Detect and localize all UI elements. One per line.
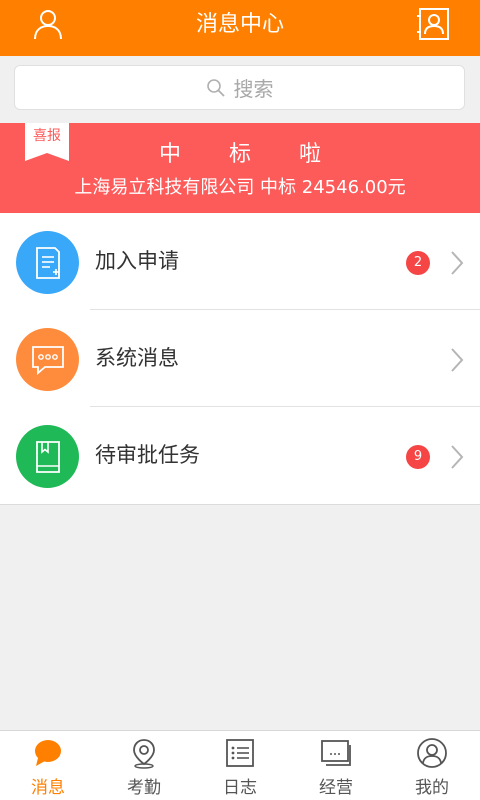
list-item-pending-approval[interactable]: 待审批任务 9 [0,407,480,504]
banner-detail: 上海易立科技有限公司 中标 24546.00元 [74,177,406,198]
unread-badge: 2 [406,251,430,275]
banner-headline: 中标啦 [158,142,369,167]
search-icon [206,78,225,97]
tab-business[interactable]: 经营 [288,731,384,800]
list-item-join-request[interactable]: 加入申请 2 [0,213,480,310]
message-icon [35,740,61,766]
tab-label: 考勤 [127,778,161,798]
chat-bubble-icon [31,345,64,375]
book-icon [35,440,60,473]
contacts-button[interactable] [416,6,452,42]
tab-label: 日志 [223,778,257,798]
list-icon [226,739,254,767]
tab-profile[interactable]: 我的 [384,731,480,800]
location-pin-icon [133,739,155,769]
document-icon [35,246,60,279]
list-item-system-message[interactable]: 系统消息 [0,310,480,407]
tab-label: 消息 [31,778,65,798]
search-placeholder: 搜索 [233,77,274,101]
announcement-banner[interactable]: 喜报 中标啦 上海易立科技有限公司 中标 24546.00元 [0,123,480,213]
search-area: 搜索 [0,57,480,123]
header-bar: 消息中心 [0,0,480,56]
pending-approval-icon-circle [16,425,79,488]
chevron-right-icon [451,251,464,275]
message-list: 加入申请 2 系统消息 待审批任务 9 [0,213,480,505]
chevron-right-icon [451,348,464,372]
profile-icon [417,738,447,768]
system-message-icon-circle [16,328,79,391]
chevron-right-icon [451,445,464,469]
list-item-label: 系统消息 [95,346,179,370]
tab-log[interactable]: 日志 [192,731,288,800]
unread-badge: 9 [406,445,430,469]
list-item-label: 加入申请 [95,249,179,273]
join-request-icon-circle [16,231,79,294]
cards-icon [321,740,351,766]
list-item-label: 待审批任务 [95,443,200,467]
tab-label: 我的 [415,778,449,798]
tab-messages[interactable]: 消息 [0,731,96,800]
contact-card-icon [417,8,449,40]
page-title: 消息中心 [195,12,284,37]
search-input[interactable]: 搜索 [14,65,465,110]
tab-label: 经营 [319,778,353,798]
tab-attendance[interactable]: 考勤 [96,731,192,800]
bottom-tab-bar: 消息 考勤 日志 经营 我的 [0,730,480,800]
